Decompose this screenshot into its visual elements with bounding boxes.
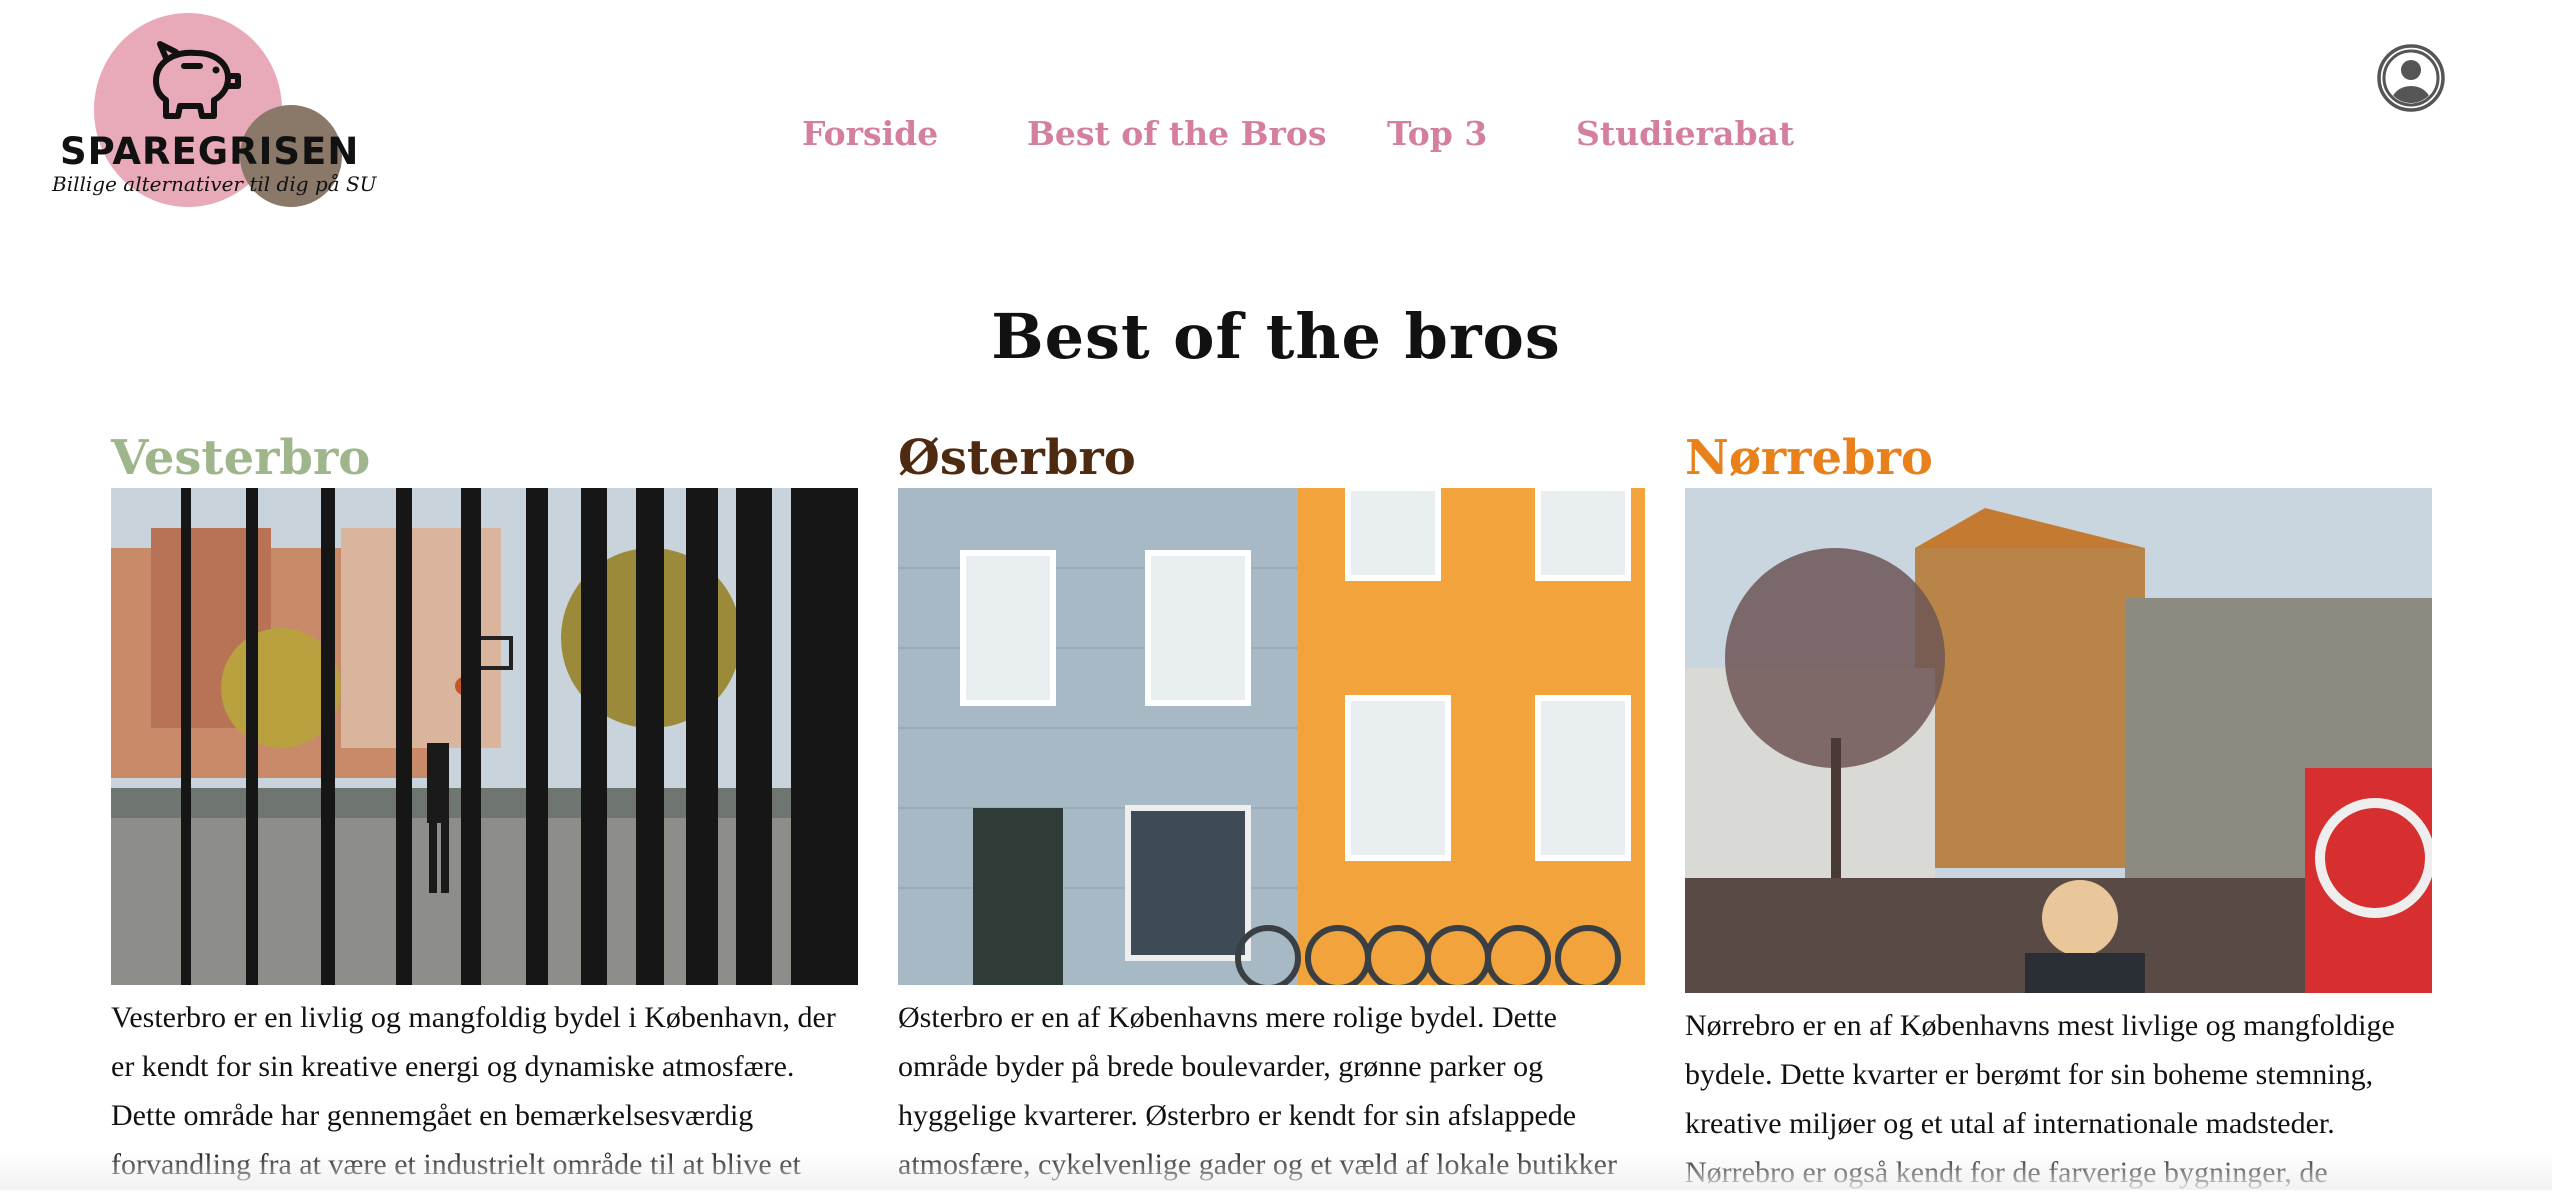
vesterbro-basketball-photo (111, 488, 858, 985)
district-heading: Østerbro (898, 430, 1136, 486)
site-logo[interactable]: SPAREGRISEN Billige alternativer til dig… (50, 10, 377, 210)
osterbro-houses-photo (898, 488, 1645, 985)
nav-studierabat[interactable]: Studierabat (1576, 114, 1794, 153)
page-title: Best of the bros (991, 300, 1561, 373)
logo-brand-text: SPAREGRISEN (60, 130, 360, 173)
district-card-norrebro: Nørrebro Nørrebro er en af Københavns me… (1685, 428, 2432, 1197)
logo-tagline: Billige alternativer til dig på SU (52, 172, 377, 196)
district-card-osterbro: Østerbro Østerbro er en af Københavns me… (898, 428, 1645, 1189)
bottom-fade (0, 1150, 2552, 1190)
nav-best-of-the-bros[interactable]: Best of the Bros (1027, 114, 1326, 153)
district-heading: Nørrebro (1685, 430, 1933, 486)
district-card-vesterbro: Vesterbro Vesterbro er en livlig og mang (111, 428, 858, 1189)
user-account-icon[interactable] (2376, 43, 2446, 113)
nav-forside[interactable]: Forside (802, 114, 938, 153)
nav-top-3[interactable]: Top 3 (1387, 114, 1487, 153)
norrebro-street-photo (1685, 488, 2432, 993)
piggy-bank-icon (153, 41, 241, 119)
district-heading: Vesterbro (111, 430, 371, 486)
